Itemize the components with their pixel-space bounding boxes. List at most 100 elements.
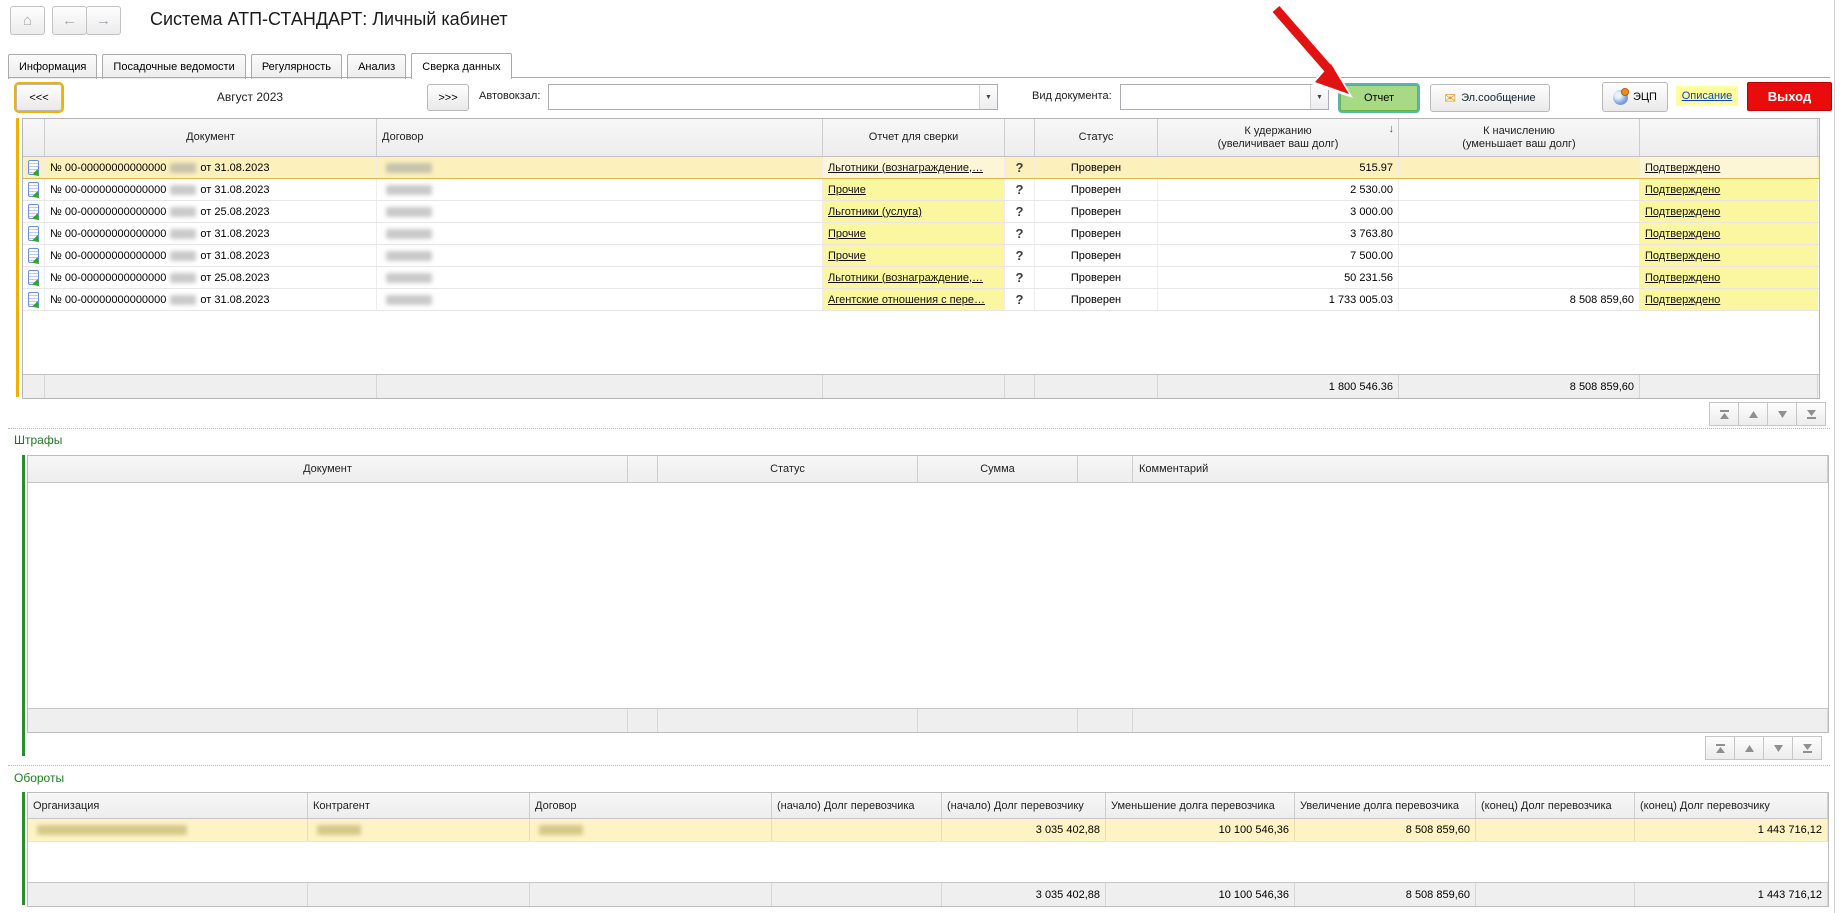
home-button[interactable]: ⌂ [10, 6, 45, 35]
scroll-up-button[interactable] [1738, 402, 1768, 426]
col-end-debt-of-carrier[interactable]: (конец) Долг перевозчика [1476, 793, 1635, 818]
redacted-text [170, 163, 196, 173]
scroll-top-button[interactable] [1709, 402, 1739, 426]
redacted-text [386, 229, 432, 239]
end-debt-to-carrier-cell: 1 443 716,12 [1635, 819, 1828, 841]
station-value [549, 85, 979, 109]
redacted-text [170, 273, 196, 283]
turnovers-row[interactable]: 3 035 402,88 10 100 546,36 8 508 859,60 … [28, 819, 1828, 842]
document-icon [23, 223, 45, 244]
scroll-down-button[interactable] [1767, 402, 1797, 426]
question-icon: ? [1016, 204, 1024, 219]
withhold-cell: 2 530.00 [1158, 179, 1399, 200]
email-button[interactable]: ✉ Эл.сообщение [1430, 84, 1550, 112]
redacted-text [170, 251, 196, 261]
table-row[interactable]: № 00-00000000000000от 25.08.2023 Льготни… [23, 201, 1819, 223]
col-comment[interactable]: Комментарий [1133, 456, 1828, 482]
chevron-down-icon[interactable]: ▼ [979, 85, 997, 109]
tab-information[interactable]: Информация [8, 54, 97, 79]
question-icon: ? [1016, 270, 1024, 285]
scroll-bottom-icon [1802, 743, 1813, 754]
confirm-link: Подтверждено [1645, 250, 1720, 262]
table-row[interactable]: № 00-00000000000000от 25.08.2023 Льготни… [23, 267, 1819, 289]
increase-cell: 8 508 859,60 [1295, 819, 1476, 841]
turnovers-totals-row: 3 035 402,88 10 100 546,36 8 508 859,60 … [28, 882, 1828, 906]
table-row[interactable]: № 00-00000000000000от 31.08.2023 Агентск… [23, 289, 1819, 311]
tab-boarding-sheets[interactable]: Посадочные ведомости [102, 54, 245, 79]
prev-period-button[interactable]: <<< [16, 84, 62, 111]
scroll-up-button[interactable] [1734, 736, 1764, 760]
report-link: Льготники (вознаграждение,… [828, 272, 983, 284]
station-select[interactable]: ▼ [548, 84, 998, 110]
document-icon [23, 201, 45, 222]
sort-desc-icon[interactable]: ↓ [1389, 123, 1395, 136]
col-organization[interactable]: Организация [28, 793, 308, 818]
digital-signature-button[interactable]: ЭЦП [1602, 82, 1668, 112]
col-accrue[interactable]: К начислению (уменьшает ваш долг) [1399, 119, 1640, 156]
col-document[interactable]: Документ [28, 456, 628, 482]
col-question [1005, 119, 1035, 156]
description-link[interactable]: Описание [1676, 86, 1738, 106]
col-counterparty[interactable]: Контрагент [308, 793, 530, 818]
document-icon [23, 289, 45, 310]
next-period-button[interactable]: >>> [427, 84, 469, 111]
col-decrease[interactable]: Уменьшение долга перевозчика [1106, 793, 1295, 818]
fines-header-row: Документ Статус Сумма Комментарий [28, 456, 1828, 483]
col-document[interactable]: Документ [45, 119, 377, 156]
table-row[interactable]: № 00-00000000000000от 31.08.2023 Прочие … [23, 223, 1819, 245]
forward-button[interactable]: → [86, 6, 121, 35]
report-link: Прочие [828, 228, 866, 240]
back-button[interactable]: ← [52, 6, 87, 35]
focused-control-marker [16, 118, 19, 397]
tab-bar: Информация Посадочные ведомости Регулярн… [8, 53, 1830, 78]
col-sum[interactable]: Сумма [918, 456, 1078, 482]
chevron-down-icon[interactable]: ▼ [1310, 85, 1328, 109]
doc-type-value [1121, 85, 1310, 109]
table-scroll-buttons [1710, 402, 1826, 426]
col-increase[interactable]: Увеличение долга перевозчика [1295, 793, 1476, 818]
confirm-link: Подтверждено [1645, 272, 1720, 284]
col-start-debt-of-carrier[interactable]: (начало) Долг перевозчика [772, 793, 942, 818]
col-status[interactable]: Статус [658, 456, 918, 482]
scroll-down-button[interactable] [1763, 736, 1793, 760]
tab-data-reconciliation[interactable]: Сверка данных [411, 53, 511, 79]
col-end-debt-to-carrier[interactable]: (конец) Долг перевозчику [1635, 793, 1828, 818]
turnovers-section-title: Обороты [14, 771, 64, 785]
section-splitter[interactable] [8, 428, 1830, 429]
scroll-bottom-button[interactable] [1796, 402, 1826, 426]
status-cell: Проверен [1035, 179, 1158, 200]
report-link: Льготники (вознаграждение,… [828, 162, 983, 174]
report-button[interactable]: Отчет [1340, 85, 1418, 111]
scroll-bottom-button[interactable] [1792, 736, 1822, 760]
col-start-debt-to-carrier[interactable]: (начало) Долг перевозчику [942, 793, 1106, 818]
doc-type-select[interactable]: ▼ [1120, 84, 1329, 110]
col-report[interactable]: Отчет для сверки [823, 119, 1005, 156]
status-cell: Проверен [1035, 245, 1158, 266]
reconciliation-table: Документ Договор Отчет для сверки Статус… [22, 118, 1820, 399]
scroll-top-button[interactable] [1705, 736, 1735, 760]
section-splitter[interactable] [8, 765, 1830, 766]
col-contract[interactable]: Договор [377, 119, 823, 156]
confirm-link: Подтверждено [1645, 294, 1720, 306]
period-label: Август 2023 [90, 90, 410, 104]
tab-regularity[interactable]: Регулярность [251, 54, 342, 79]
report-link: Прочие [828, 250, 866, 262]
col-empty [628, 456, 658, 482]
confirm-link: Подтверждено [1645, 162, 1720, 174]
scroll-bottom-icon [1806, 409, 1817, 420]
col-withhold[interactable]: К удержанию (увеличивает ваш долг) ↓ [1158, 119, 1399, 156]
col-status[interactable]: Статус [1035, 119, 1158, 156]
turnovers-table: Организация Контрагент Договор (начало) … [27, 792, 1829, 907]
table-row[interactable]: № 00-00000000000000от 31.08.2023 Прочие … [23, 179, 1819, 201]
totals-withhold: 1 800 546.36 [1158, 375, 1399, 398]
tab-analysis[interactable]: Анализ [347, 54, 406, 79]
exit-button[interactable]: Выход [1747, 82, 1832, 111]
table-row[interactable]: № 00-00000000000000от 31.08.2023 Прочие … [23, 245, 1819, 267]
redacted-text [170, 185, 196, 195]
redacted-text [386, 163, 432, 173]
col-contract[interactable]: Договор [530, 793, 772, 818]
table-header-row: Документ Договор Отчет для сверки Статус… [23, 119, 1819, 157]
accrue-cell [1399, 157, 1640, 178]
totals-decrease: 10 100 546,36 [1106, 883, 1295, 906]
table-row[interactable]: № 00-00000000000000от 31.08.2023 Льготни… [23, 157, 1819, 179]
